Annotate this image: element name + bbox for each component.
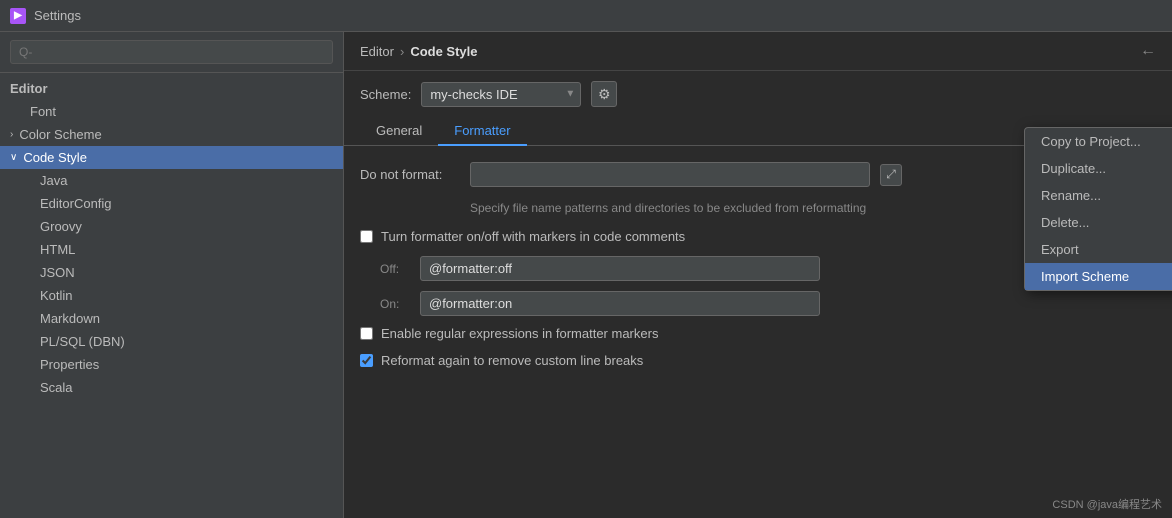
sidebar-item-html[interactable]: HTML [0, 238, 343, 261]
menu-item-delete-label: Delete... [1041, 215, 1089, 230]
on-label: On: [380, 297, 410, 311]
breadcrumb-parent: Editor [360, 44, 394, 59]
content-area: Editor › Code Style ← Scheme: my-checks … [344, 32, 1172, 518]
scheme-label: Scheme: [360, 87, 411, 102]
turn-formatter-checkbox[interactable] [360, 230, 373, 243]
title-bar-text: Settings [34, 8, 81, 23]
sidebar-item-html-label: HTML [40, 242, 75, 257]
sidebar-item-java[interactable]: Java [0, 169, 343, 192]
sidebar-item-color-scheme-label: Color Scheme [19, 127, 101, 142]
search-bar [0, 32, 343, 73]
main-layout: Editor Font › Color Scheme ∨ Code Style … [0, 32, 1172, 518]
scheme-select[interactable]: my-checks IDE Default IDE Project [421, 82, 581, 107]
sidebar-item-groovy[interactable]: Groovy [0, 215, 343, 238]
menu-item-export[interactable]: Export › [1025, 236, 1172, 263]
sidebar-item-json-label: JSON [40, 265, 75, 280]
sidebar-item-code-style-label: Code Style [23, 150, 87, 165]
gear-button[interactable]: ⚙ [591, 81, 617, 107]
menu-item-delete[interactable]: Delete... [1025, 209, 1172, 236]
menu-item-copy-to-project-label: Copy to Project... [1041, 134, 1141, 149]
sidebar-item-properties[interactable]: Properties [0, 353, 343, 376]
back-button[interactable]: ← [1140, 42, 1156, 60]
menu-item-rename[interactable]: Rename... [1025, 182, 1172, 209]
title-bar: ▶ Settings [0, 0, 1172, 32]
sidebar-item-json[interactable]: JSON [0, 261, 343, 284]
breadcrumb-current: Code Style [410, 44, 477, 59]
do-not-format-label: Do not format: [360, 167, 460, 182]
menu-item-duplicate-label: Duplicate... [1041, 161, 1106, 176]
do-not-format-input[interactable] [470, 162, 870, 187]
sidebar-item-java-label: Java [40, 173, 67, 188]
enable-regex-checkbox[interactable] [360, 327, 373, 340]
gear-dropdown-menu: Copy to Project... Duplicate... Rename..… [1024, 127, 1172, 291]
sidebar-item-font-label: Font [30, 104, 56, 119]
search-input[interactable] [10, 40, 333, 64]
watermark: CSDN @java编程艺术 [1052, 496, 1162, 512]
reformat-checkbox-row: Reformat again to remove custom line bre… [360, 353, 1156, 368]
sidebar-item-groovy-label: Groovy [40, 219, 82, 234]
off-label: Off: [380, 262, 410, 276]
reformat-checkbox[interactable] [360, 354, 373, 367]
sidebar-item-properties-label: Properties [40, 357, 99, 372]
sidebar-item-editorconfig[interactable]: EditorConfig [0, 192, 343, 215]
sidebar-item-markdown[interactable]: Markdown [0, 307, 343, 330]
breadcrumb: Editor › Code Style ← [344, 32, 1172, 71]
sidebar-section-editor: Editor [0, 73, 343, 100]
chevron-down-icon: ∨ [10, 152, 17, 163]
sidebar-item-plsql-label: PL/SQL (DBN) [40, 334, 125, 349]
on-input[interactable] [420, 291, 820, 316]
expand-button[interactable]: ⤢ [880, 164, 902, 186]
off-input[interactable] [420, 256, 820, 281]
turn-formatter-label: Turn formatter on/off with markers in co… [381, 229, 685, 244]
menu-item-import-scheme-label: Import Scheme [1041, 269, 1129, 284]
sidebar-item-markdown-label: Markdown [40, 311, 100, 326]
sidebar-item-scala[interactable]: Scala [0, 376, 343, 399]
breadcrumb-separator: › [400, 44, 404, 59]
sidebar-item-kotlin-label: Kotlin [40, 288, 73, 303]
tab-general[interactable]: General [360, 117, 438, 146]
menu-item-rename-label: Rename... [1041, 188, 1101, 203]
sidebar-item-plsql[interactable]: PL/SQL (DBN) [0, 330, 343, 353]
sidebar: Editor Font › Color Scheme ∨ Code Style … [0, 32, 344, 518]
sidebar-item-kotlin[interactable]: Kotlin [0, 284, 343, 307]
scheme-row: Scheme: my-checks IDE Default IDE Projec… [344, 71, 1172, 117]
enable-regex-label: Enable regular expressions in formatter … [381, 326, 658, 341]
scheme-dropdown-wrapper: my-checks IDE Default IDE Project ▼ [421, 82, 581, 107]
sidebar-item-editorconfig-label: EditorConfig [40, 196, 112, 211]
menu-item-export-label: Export [1041, 242, 1079, 257]
menu-item-import-scheme[interactable]: Import Scheme › [1025, 263, 1172, 290]
sidebar-item-font[interactable]: Font [0, 100, 343, 123]
sidebar-item-code-style[interactable]: ∨ Code Style [0, 146, 343, 169]
reformat-label: Reformat again to remove custom line bre… [381, 353, 643, 368]
app-icon: ▶ [10, 8, 26, 24]
tab-formatter[interactable]: Formatter [438, 117, 526, 146]
menu-item-duplicate[interactable]: Duplicate... [1025, 155, 1172, 182]
chevron-right-icon: › [10, 129, 13, 140]
on-row: On: [360, 291, 1156, 316]
enable-regex-checkbox-row: Enable regular expressions in formatter … [360, 326, 1156, 341]
sidebar-item-scala-label: Scala [40, 380, 73, 395]
sidebar-item-color-scheme[interactable]: › Color Scheme [0, 123, 343, 146]
menu-item-copy-to-project[interactable]: Copy to Project... [1025, 128, 1172, 155]
expand-icon: ⤢ [886, 167, 896, 182]
sidebar-content: Editor Font › Color Scheme ∨ Code Style … [0, 73, 343, 518]
